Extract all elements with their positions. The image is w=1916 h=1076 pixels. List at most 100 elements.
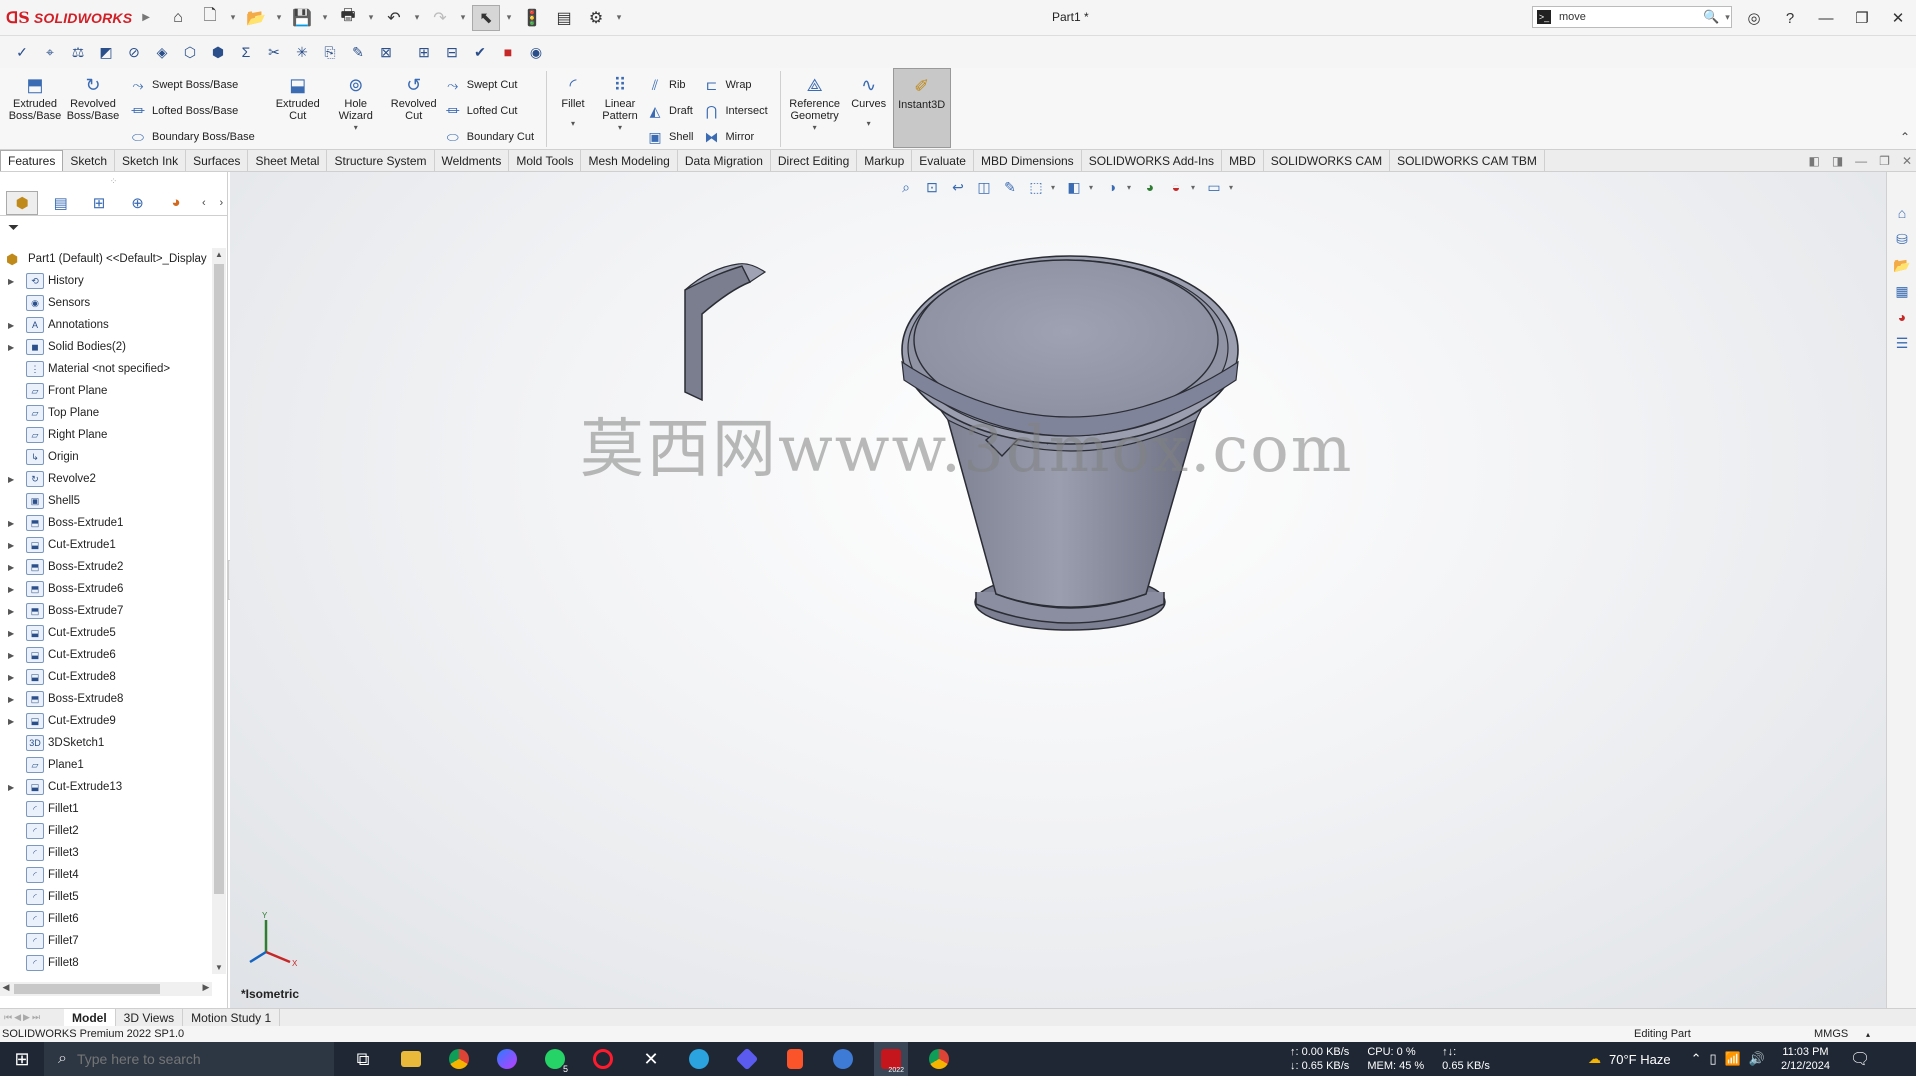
reference-geometry-dropdown-icon[interactable]: ▾ [813, 122, 817, 134]
tab-model[interactable]: Model [64, 1008, 116, 1027]
chrome-icon-2[interactable] [922, 1042, 956, 1076]
mass-properties-icon[interactable]: ⚖ [66, 40, 90, 64]
tree-item[interactable]: ▶ ⬒ Boss-Extrude7 [0, 600, 212, 622]
tab-motion-study[interactable]: Motion Study 1 [183, 1008, 281, 1027]
doc-minimize-icon[interactable]: — [1855, 154, 1867, 168]
equations-icon[interactable]: Σ [234, 40, 258, 64]
taskbar-search-input[interactable] [76, 1051, 317, 1067]
tab-solidworks-cam-tbm[interactable]: SOLIDWORKS CAM TBM [1390, 150, 1545, 171]
qbittorrent-icon[interactable] [826, 1042, 860, 1076]
tile-right-icon[interactable]: ◨ [1832, 154, 1843, 168]
expand-arrow-icon[interactable]: ▶ [0, 475, 14, 484]
telegram-icon[interactable] [682, 1042, 716, 1076]
simulation-icon[interactable]: ◉ [524, 40, 548, 64]
doc-close-icon[interactable]: ✕ [1902, 154, 1912, 168]
scroll-left-icon[interactable]: ◀ [0, 982, 12, 993]
whatsapp-icon[interactable]: 5 [538, 1042, 572, 1076]
tile-left-icon[interactable]: ◧ [1808, 154, 1819, 168]
file-properties-icon[interactable]: ▤ [550, 5, 578, 31]
tree-item[interactable]: ◉ Sensors [0, 292, 212, 314]
tab-markup[interactable]: Markup [857, 150, 913, 171]
expand-arrow-icon[interactable]: ▶ [0, 651, 14, 660]
tab-mbd[interactable]: MBD [1222, 150, 1264, 171]
section-properties-icon[interactable]: ◩ [94, 40, 118, 64]
tree-item[interactable]: ▱ Plane1 [0, 754, 212, 776]
fillet-button[interactable]: ◜ Fillet ▾ [551, 68, 595, 148]
import-diagnostics-icon[interactable]: ⬡ [178, 40, 202, 64]
swept-boss-button[interactable]: ⤳ Swept Boss/Base [128, 72, 263, 98]
tree-item[interactable]: ▶ ⬓ Cut-Extrude6 [0, 644, 212, 666]
hole-wizard-button[interactable]: ⊚ Hole Wizard ▾ [327, 68, 385, 148]
mirror-button[interactable]: ⧓ Mirror [701, 124, 775, 150]
tree-item[interactable]: ▱ Right Plane [0, 424, 212, 446]
lofted-cut-button[interactable]: ⏛ Lofted Cut [443, 98, 542, 124]
tab-direct-editing[interactable]: Direct Editing [771, 150, 858, 171]
tree-item[interactable]: ▶ A Annotations [0, 314, 212, 336]
notifications-icon[interactable]: 🗨 [1850, 1049, 1870, 1069]
tree-item[interactable]: ▶ ⬓ Cut-Extrude13 [0, 776, 212, 798]
tab-3d-views[interactable]: 3D Views [116, 1008, 184, 1027]
tab-sheet-metal[interactable]: Sheet Metal [248, 150, 328, 171]
menu-expand-icon[interactable]: ▶ [142, 12, 150, 23]
tab-structure-system[interactable]: Structure System [327, 150, 435, 171]
tree-horizontal-scrollbar[interactable]: ◀ ▶ [0, 982, 212, 996]
tree-item[interactable]: ▶ ⬓ Cut-Extrude8 [0, 666, 212, 688]
tray-expand-icon[interactable]: ⌃ [1691, 1051, 1702, 1067]
tab-data-migration[interactable]: Data Migration [678, 150, 771, 171]
messenger-icon[interactable] [490, 1042, 524, 1076]
extruded-cut-button[interactable]: ⬓ Extruded Cut [269, 68, 327, 148]
brave-icon[interactable] [778, 1042, 812, 1076]
clock[interactable]: 11:03 PM 2/12/2024 [1781, 1045, 1830, 1073]
expand-arrow-icon[interactable]: ▶ [0, 717, 14, 726]
intersect-button[interactable]: ⋂ Intersect [701, 98, 775, 124]
home-icon[interactable]: ⌂ [164, 5, 192, 31]
solidworks-resources-icon[interactable]: ⌂ [1890, 202, 1914, 224]
unit-system[interactable]: MMGS [1814, 1028, 1848, 1040]
volume-icon[interactable]: 🔊 [1749, 1051, 1765, 1067]
tab-mold-tools[interactable]: Mold Tools [509, 150, 582, 171]
tree-item[interactable]: ▶ ↻ Revolve2 [0, 468, 212, 490]
file-explorer-icon[interactable]: 📂 [1890, 254, 1914, 276]
custom-properties-icon[interactable]: ☰ [1890, 332, 1914, 354]
design-library-icon[interactable]: ⛁ [1890, 228, 1914, 250]
tab-solidworks-cam[interactable]: SOLIDWORKS CAM [1264, 150, 1391, 171]
print-dropdown-icon[interactable]: ▾ [366, 5, 376, 31]
expand-arrow-icon[interactable]: ▶ [0, 607, 14, 616]
tree-item[interactable]: ◜ Fillet8 [0, 952, 212, 974]
unit-system-dropdown-icon[interactable]: ▴ [1866, 1030, 1870, 1039]
design-checker-icon[interactable]: ✎ [346, 40, 370, 64]
draft-button[interactable]: ◭ Draft [645, 98, 701, 124]
tree-item[interactable]: ▶ ⬓ Cut-Extrude1 [0, 534, 212, 556]
options-dropdown-icon[interactable]: ▾ [614, 5, 624, 31]
tab-mesh-modeling[interactable]: Mesh Modeling [581, 150, 678, 171]
collapse-ribbon-icon[interactable]: ⌃ [1900, 130, 1910, 144]
chrome-icon[interactable] [442, 1042, 476, 1076]
expand-arrow-icon[interactable]: ▶ [0, 541, 14, 550]
expand-arrow-icon[interactable]: ▶ [0, 277, 14, 286]
shell-button[interactable]: ▣ Shell [645, 124, 701, 150]
tab-evaluate[interactable]: Evaluate [912, 150, 974, 171]
boundary-boss-button[interactable]: ⬭ Boundary Boss/Base [128, 124, 263, 150]
doc-restore-icon[interactable]: ❐ [1879, 154, 1890, 168]
select-dropdown-icon[interactable]: ▾ [504, 5, 514, 31]
tree-item[interactable]: ⋮ Material <not specified> [0, 358, 212, 380]
rebuild-icon[interactable]: 🚦 [518, 5, 546, 31]
rib-button[interactable]: ⫽ Rib [645, 72, 701, 98]
windows-start-icon[interactable]: ⊞ [0, 1042, 44, 1076]
print-icon[interactable]: 🖶 [334, 5, 362, 31]
reference-geometry-button[interactable]: ⟁ Reference Geometry ▾ [785, 68, 845, 148]
restore-icon[interactable]: ❐ [1844, 0, 1880, 36]
compare-documents-icon[interactable]: ⎘ [318, 40, 342, 64]
expand-arrow-icon[interactable]: ▶ [0, 673, 14, 682]
help-icon[interactable]: ? [1772, 0, 1808, 36]
instant3d-button[interactable]: ✐ Instant3D [892, 68, 951, 148]
tree-item[interactable]: ▶ ◼ Solid Bodies(2) [0, 336, 212, 358]
fillet-dropdown-icon[interactable]: ▾ [571, 118, 575, 130]
tabs-scroll-left-icon[interactable]: ‹ [198, 197, 209, 209]
expand-arrow-icon[interactable]: ▶ [0, 563, 14, 572]
draft-analysis-icon[interactable]: ⊞ [412, 40, 436, 64]
appearances-icon[interactable]: ◕ [1890, 306, 1914, 328]
tab-mbd-dimensions[interactable]: MBD Dimensions [974, 150, 1082, 171]
curves-dropdown-icon[interactable]: ▾ [867, 118, 871, 130]
tree-item[interactable]: ▶ ⟲ History [0, 270, 212, 292]
